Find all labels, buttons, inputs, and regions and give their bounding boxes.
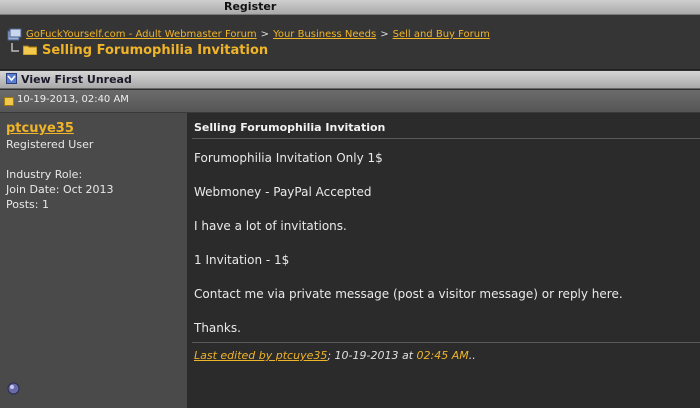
- breadcrumb-separator: >: [260, 29, 270, 40]
- page-title: Selling Forumophilia Invitation: [42, 43, 269, 58]
- navbar: GoFuckYourself.com - Adult Webmaster For…: [0, 15, 700, 70]
- edit-time: 02:45 AM: [416, 349, 469, 362]
- post-body-line: I have a lot of invitations.: [194, 219, 347, 233]
- breadcrumb: GoFuckYourself.com - Adult Webmaster For…: [26, 29, 490, 40]
- tree-arrow-icon: [11, 43, 19, 52]
- last-edited-note: Last edited by ptcuye35; 10-19-2013 at 0…: [194, 349, 476, 362]
- post-content-panel: Selling Forumophilia Invitation Forumoph…: [188, 113, 700, 408]
- breadcrumb-item-business-needs[interactable]: Your Business Needs: [273, 29, 376, 40]
- post-status-icon: [4, 97, 14, 106]
- post-date: 10-19-2013, 02:40 AM: [17, 94, 129, 105]
- register-link[interactable]: Register: [224, 0, 276, 14]
- online-status-icon: [7, 382, 20, 395]
- post-body-line: Contact me via private message (post a v…: [194, 287, 623, 301]
- forum-home-icon[interactable]: [7, 28, 23, 41]
- view-first-unread-bar[interactable]: View First Unread: [0, 71, 700, 89]
- user-role: Registered User: [6, 138, 94, 151]
- post-title: Selling Forumophilia Invitation: [194, 121, 386, 134]
- last-edited-link[interactable]: Last edited by ptcuye35: [194, 349, 327, 362]
- post-body-line: 1 Invitation - 1$: [194, 253, 290, 267]
- edit-divider: [192, 342, 700, 343]
- join-date: Join Date: Oct 2013: [6, 183, 114, 196]
- edit-date: ; 10-19-2013 at: [327, 349, 417, 362]
- post-body-line: Webmoney - PayPal Accepted: [194, 185, 372, 199]
- breadcrumb-item-sell-buy[interactable]: Sell and Buy Forum: [393, 29, 490, 40]
- industry-role: Industry Role:: [6, 168, 83, 181]
- top-bar: Register: [0, 0, 700, 15]
- post-date-bar: 10-19-2013, 02:40 AM: [0, 90, 700, 113]
- edit-end: ..: [468, 349, 476, 362]
- post-count: Posts: 1: [6, 198, 49, 211]
- breadcrumb-item-forum-home[interactable]: GoFuckYourself.com - Adult Webmaster For…: [26, 29, 257, 40]
- post-title-divider: [192, 138, 700, 139]
- view-first-unread-link[interactable]: View First Unread: [21, 72, 132, 87]
- view-unread-icon: [6, 73, 17, 84]
- user-info-panel: ptcuye35 Registered User Industry Role: …: [0, 113, 188, 408]
- post-body-line: Forumophilia Invitation Only 1$: [194, 151, 383, 165]
- breadcrumb-separator: >: [380, 29, 389, 40]
- folder-icon: [23, 45, 37, 55]
- username-link[interactable]: ptcuye35: [6, 121, 74, 136]
- post-body-line: Thanks.: [194, 321, 241, 335]
